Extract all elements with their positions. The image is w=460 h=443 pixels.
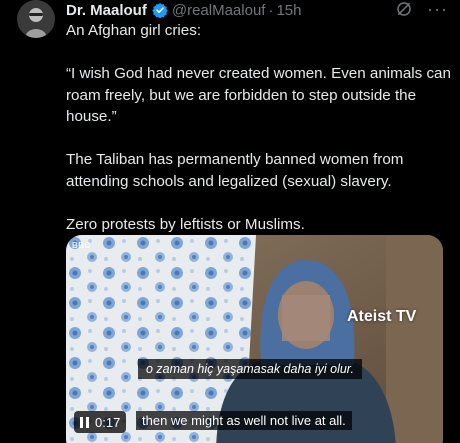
video-player[interactable]: BBC Ateist TV o zaman hiç yaşamasak daha… <box>66 235 443 443</box>
subtitle-english: then we might as well not live at all. <box>136 411 352 430</box>
video-timestamp[interactable]: 0:17 <box>74 411 127 433</box>
tweet-header: Dr. Maalouf @realMaalouf · 15h ··· <box>66 0 448 20</box>
tweet-line-1: An Afghan girl cries: <box>66 22 202 39</box>
tweet-paragraph-2: The Taliban has permanently banned women… <box>66 151 404 190</box>
video-watermark: Ateist TV <box>347 308 417 325</box>
bbc-logo: BBC <box>72 241 91 250</box>
subtitle-turkish: o zaman hiç yaşamasak daha iyi olur. <box>138 359 362 379</box>
author-handle[interactable]: @realMaalouf <box>172 2 266 19</box>
tweet-time[interactable]: 15h <box>276 2 301 19</box>
verified-badge-icon <box>152 2 168 19</box>
tweet-quote: “I wish God had never created women. Eve… <box>66 65 451 125</box>
grok-icon[interactable] <box>395 0 413 18</box>
more-icon[interactable]: ··· <box>427 0 448 18</box>
tweet-body: An Afghan girl cries: “I wish God had ne… <box>66 20 452 235</box>
video-time-label: 0:17 <box>95 414 121 430</box>
author-avatar[interactable] <box>17 0 55 38</box>
header-actions: ··· <box>395 0 448 18</box>
separator-dot: · <box>268 1 274 19</box>
author-name[interactable]: Dr. Maalouf <box>66 2 147 19</box>
tweet-paragraph-3: Zero protests by leftists or Muslims. <box>66 215 305 233</box>
pause-icon[interactable] <box>80 416 89 428</box>
